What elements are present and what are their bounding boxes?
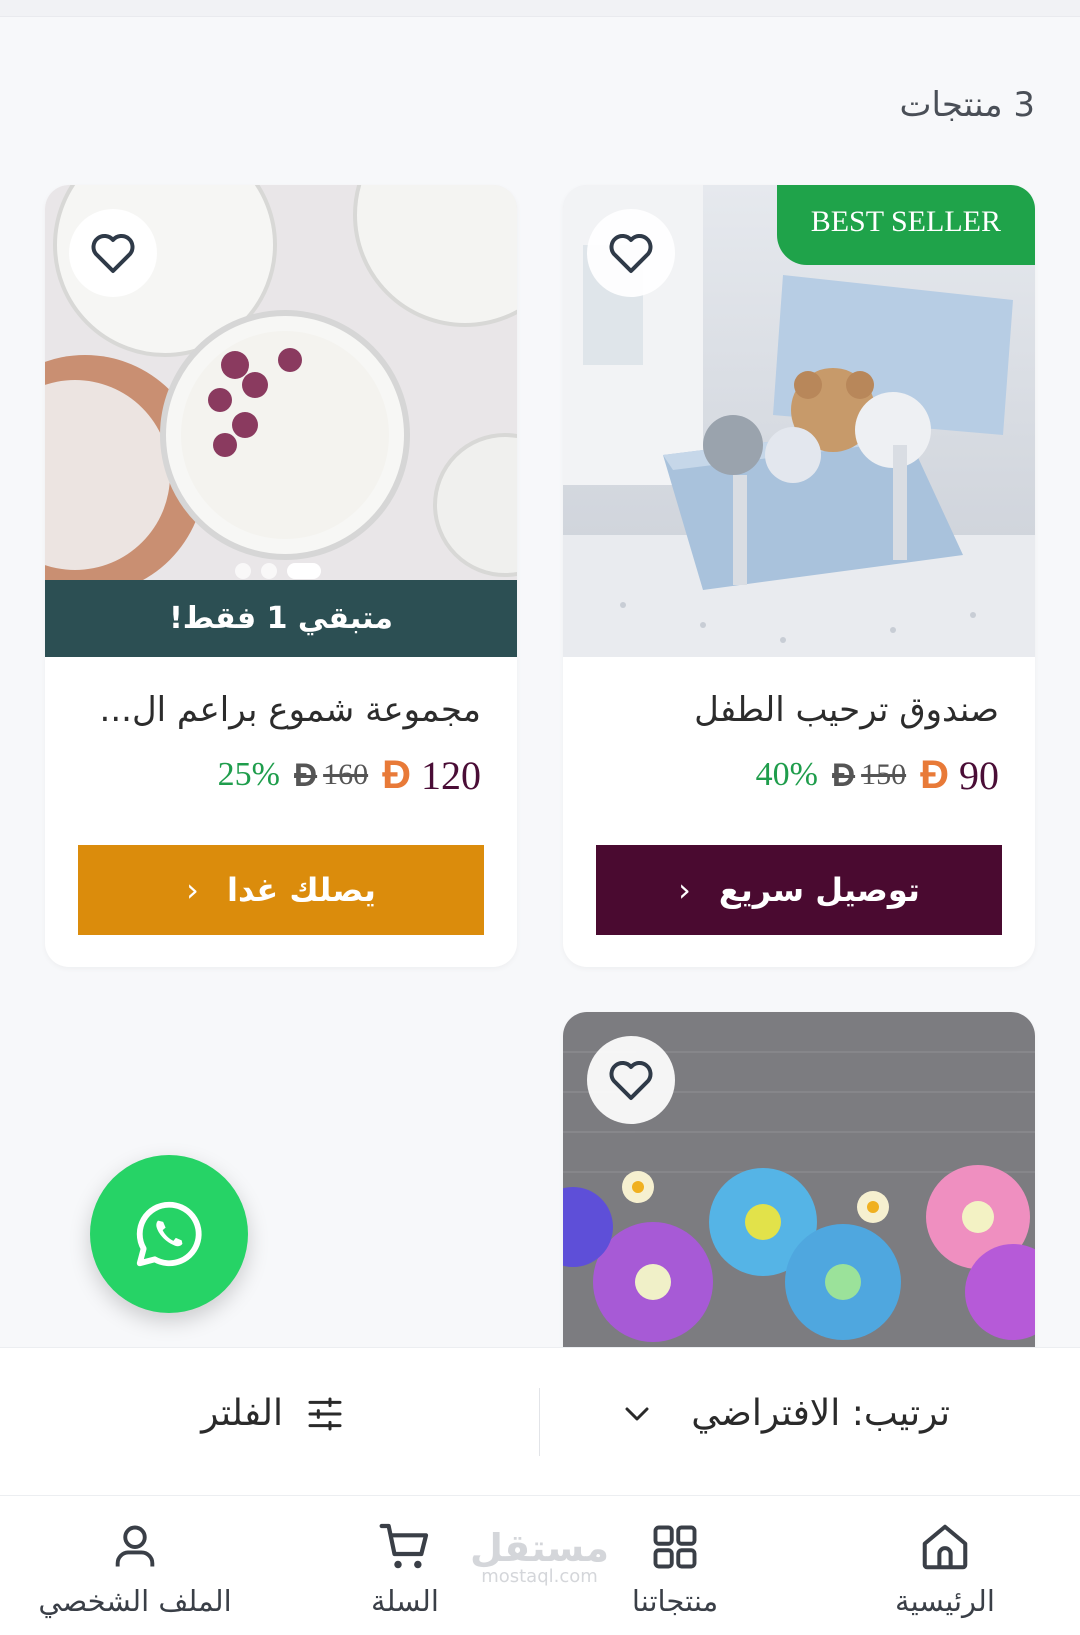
filter-label: الفلتر [201,1393,283,1434]
user-icon [115,1525,155,1567]
carousel-dot[interactable] [235,563,251,579]
grid-icon [653,1525,697,1569]
product-card[interactable]: متبقي 1 فقط! مجموعة شموع براعم ال... 25%… [45,185,517,967]
chevron-left-icon: ‹ [186,871,199,909]
product-title[interactable]: مجموعة شموع براعم ال... [100,690,481,730]
best-seller-badge: BEST SELLER [776,185,1035,265]
fast-delivery-button[interactable]: توصيل سريع ‹ [596,845,1002,935]
sort-dropdown[interactable]: ترتيب: الافتراضي [623,1393,950,1434]
wishlist-button[interactable] [587,209,675,297]
whatsapp-button[interactable] [90,1155,248,1313]
nav-home-label: الرئيسية [895,1584,995,1618]
heart-icon [609,1061,653,1100]
currency-icon: Đ [382,752,411,797]
old-price-value: 150 [861,758,907,791]
heart-icon [609,234,653,273]
watermark-arabic: مستقل [470,1526,609,1570]
sort-label: ترتيب: الافتراضي [691,1393,950,1434]
price-row: 40% Đ 150 Đ 90 [756,750,999,800]
currency-icon: Đ [832,756,856,793]
product-title[interactable]: صندوق ترحيب الطفل [694,690,999,730]
product-card[interactable] [563,1012,1035,1352]
bottom-navigation: الرئيسية منتجاتنا السلة الملف الشخصي مست… [0,1495,1080,1635]
product-image[interactable] [563,1012,1035,1352]
old-price: Đ 150 [832,757,906,794]
chevron-left-icon: ‹ [678,871,691,909]
product-card[interactable]: BEST SELLER صندوق ترحيب الطفل 40% Đ 150 … [563,185,1035,967]
cart-icon [379,1523,429,1569]
sliders-icon [308,1397,342,1430]
product-image[interactable]: BEST SELLER [563,185,1035,657]
watermark: مستقل mostaql.com [470,1526,609,1587]
current-price: Đ 90 [920,752,999,799]
heart-icon [91,234,135,273]
discount-percent: 40% [755,756,818,793]
price-row: 25% Đ 160 Đ 120 [218,750,481,800]
old-price: Đ 160 [294,757,368,794]
currency-icon: Đ [294,756,318,793]
top-divider [0,0,1080,17]
wishlist-button[interactable] [69,209,157,297]
home-icon [922,1524,968,1570]
next-day-delivery-button[interactable]: يصلك غدا ‹ [78,845,484,935]
current-price: Đ 120 [382,752,481,799]
watermark-latin: mostaql.com [481,1566,598,1587]
whatsapp-icon [136,1201,202,1267]
nav-cart-label: السلة [371,1584,439,1618]
product-image[interactable]: متبقي 1 فقط! [45,185,517,657]
chevron-down-icon [625,1407,649,1420]
discount-percent: 25% [217,756,280,793]
filter-button[interactable]: الفلتر [201,1393,345,1434]
old-price-value: 160 [323,758,369,791]
current-price-value: 120 [421,752,481,798]
carousel-dot[interactable] [261,563,277,579]
carousel-dots[interactable] [235,563,321,579]
wishlist-button[interactable] [587,1036,675,1124]
nav-home[interactable]: الرئيسية [835,1516,1055,1618]
current-price-value: 90 [959,752,999,798]
nav-profile[interactable]: الملف الشخصي [25,1516,245,1618]
nav-profile-label: الملف الشخصي [38,1584,232,1618]
stock-label: متبقي 1 فقط! [169,601,393,636]
divider [539,1388,540,1456]
nav-products-label: منتجاتنا [631,1584,719,1618]
currency-icon: Đ [920,752,949,797]
product-count: 3 منتجات [899,85,1036,125]
cta-label: يصلك غدا [226,871,376,909]
sort-filter-bar: ترتيب: الافتراضي الفلتر [0,1347,1080,1495]
cta-label: توصيل سريع [718,871,920,909]
carousel-dot-active[interactable] [287,563,321,579]
